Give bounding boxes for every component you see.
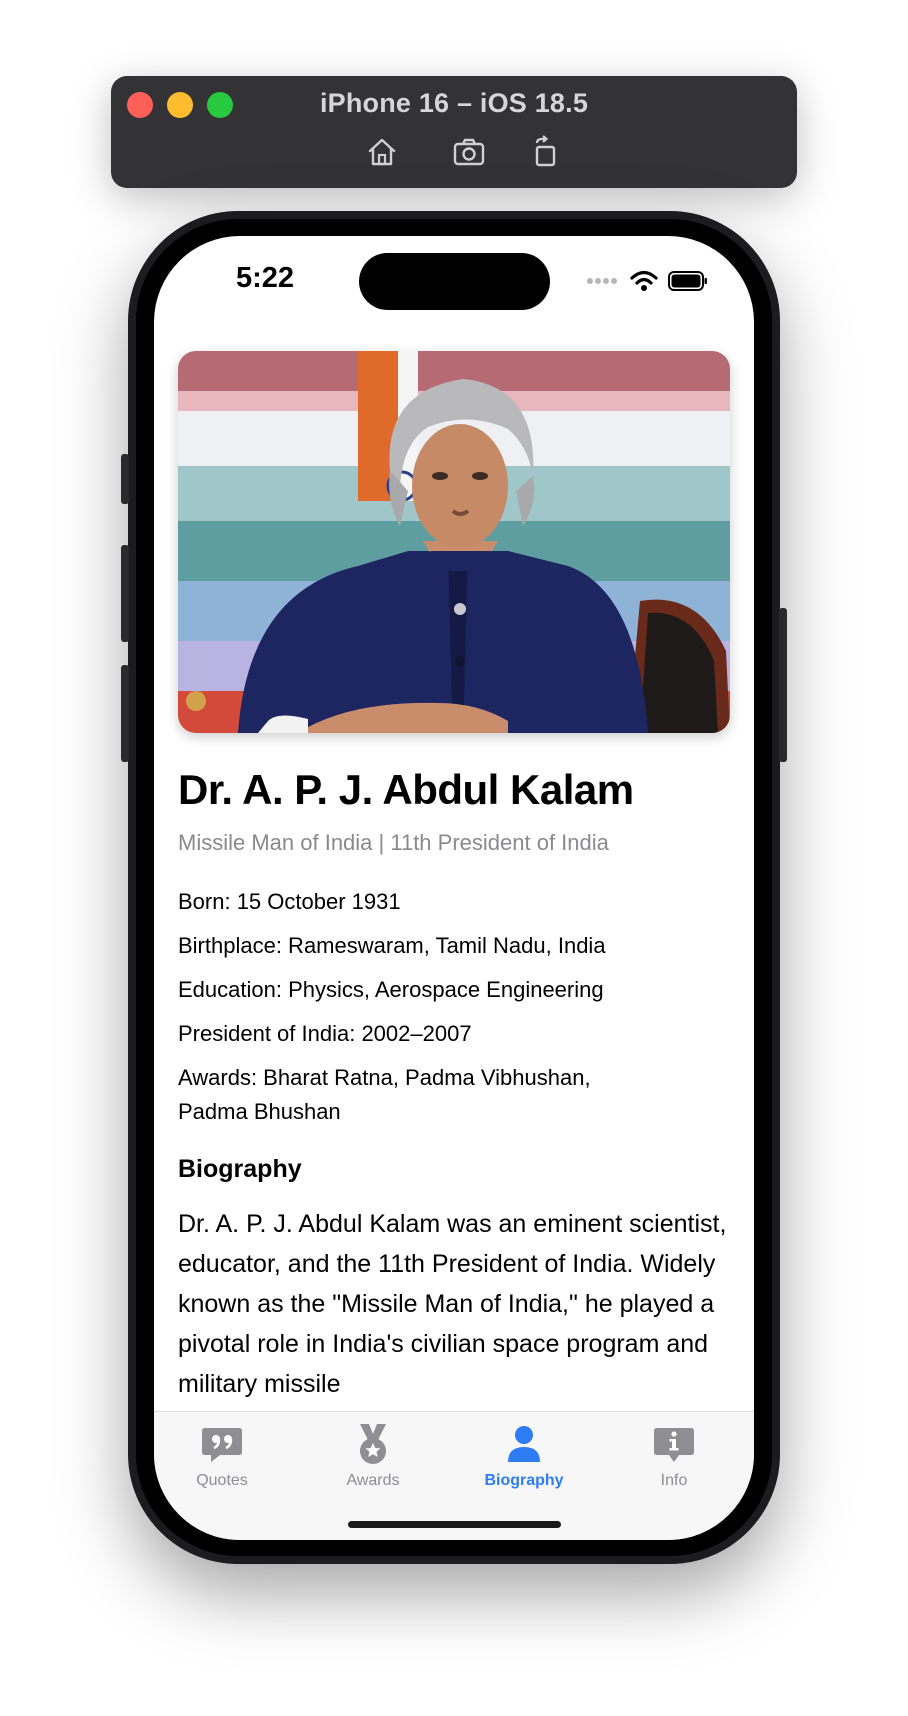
rotate-icon[interactable] [527, 134, 563, 170]
quote-bubble-icon [202, 1428, 242, 1462]
dynamic-island [359, 253, 550, 310]
wifi-icon [630, 270, 658, 291]
info-bubble-icon [654, 1428, 694, 1462]
facts-list: Born: 15 October 1931 Birthplace: Ramesw… [178, 885, 718, 1139]
fact-education: Education: Physics, Aerospace Engineerin… [178, 977, 604, 1002]
status-icons [586, 270, 708, 292]
tab-info-label: Info [660, 1472, 688, 1489]
medal-icon [360, 1424, 386, 1464]
tab-bar: Quotes Awards Biography Info [154, 1411, 754, 1540]
tab-quotes[interactable]: Quotes [162, 1422, 282, 1490]
tab-awards-label: Awards [346, 1472, 400, 1489]
status-time: 5:22 [236, 262, 295, 294]
volume-up-button [121, 545, 129, 642]
screenshot-icon[interactable] [451, 134, 487, 170]
battery-icon [668, 271, 707, 291]
action-button [121, 454, 129, 504]
portrait-image [178, 351, 730, 733]
app-screen: 5:22 Dr. A. P. J. Abdul Kalam Missile Ma… [154, 236, 754, 1540]
home-icon[interactable] [364, 134, 400, 170]
fact-awards: Awards: Bharat Ratna, Padma Vibhushan, P… [178, 1065, 591, 1124]
fact-presidency: President of India: 2002–2007 [178, 1021, 472, 1046]
power-button [779, 608, 787, 762]
tab-biography-label: Biography [484, 1472, 564, 1489]
home-indicator[interactable] [348, 1521, 561, 1528]
biography-heading: Biography [178, 1155, 302, 1183]
fact-born: Born: 15 October 1931 [178, 889, 401, 914]
tab-biography[interactable]: Biography [464, 1422, 584, 1490]
tab-quotes-label: Quotes [196, 1472, 248, 1489]
simulator-title: iPhone 16 – iOS 18.5 [319, 88, 589, 118]
tab-info[interactable]: Info [614, 1422, 734, 1490]
person-name: Dr. A. P. J. Abdul Kalam [178, 766, 634, 813]
simulator-toolbar: iPhone 16 – iOS 18.5 [111, 76, 797, 188]
tab-awards[interactable]: Awards [313, 1422, 433, 1490]
person-subtitle: Missile Man of India | 11th President of… [178, 830, 609, 855]
volume-down-button [121, 665, 129, 762]
person-icon [508, 1426, 540, 1462]
fact-birthplace: Birthplace: Rameswaram, Tamil Nadu, Indi… [178, 933, 606, 958]
biography-text: Dr. A. P. J. Abdul Kalam was an eminent … [178, 1210, 727, 1398]
signal-dots-icon [587, 278, 617, 284]
